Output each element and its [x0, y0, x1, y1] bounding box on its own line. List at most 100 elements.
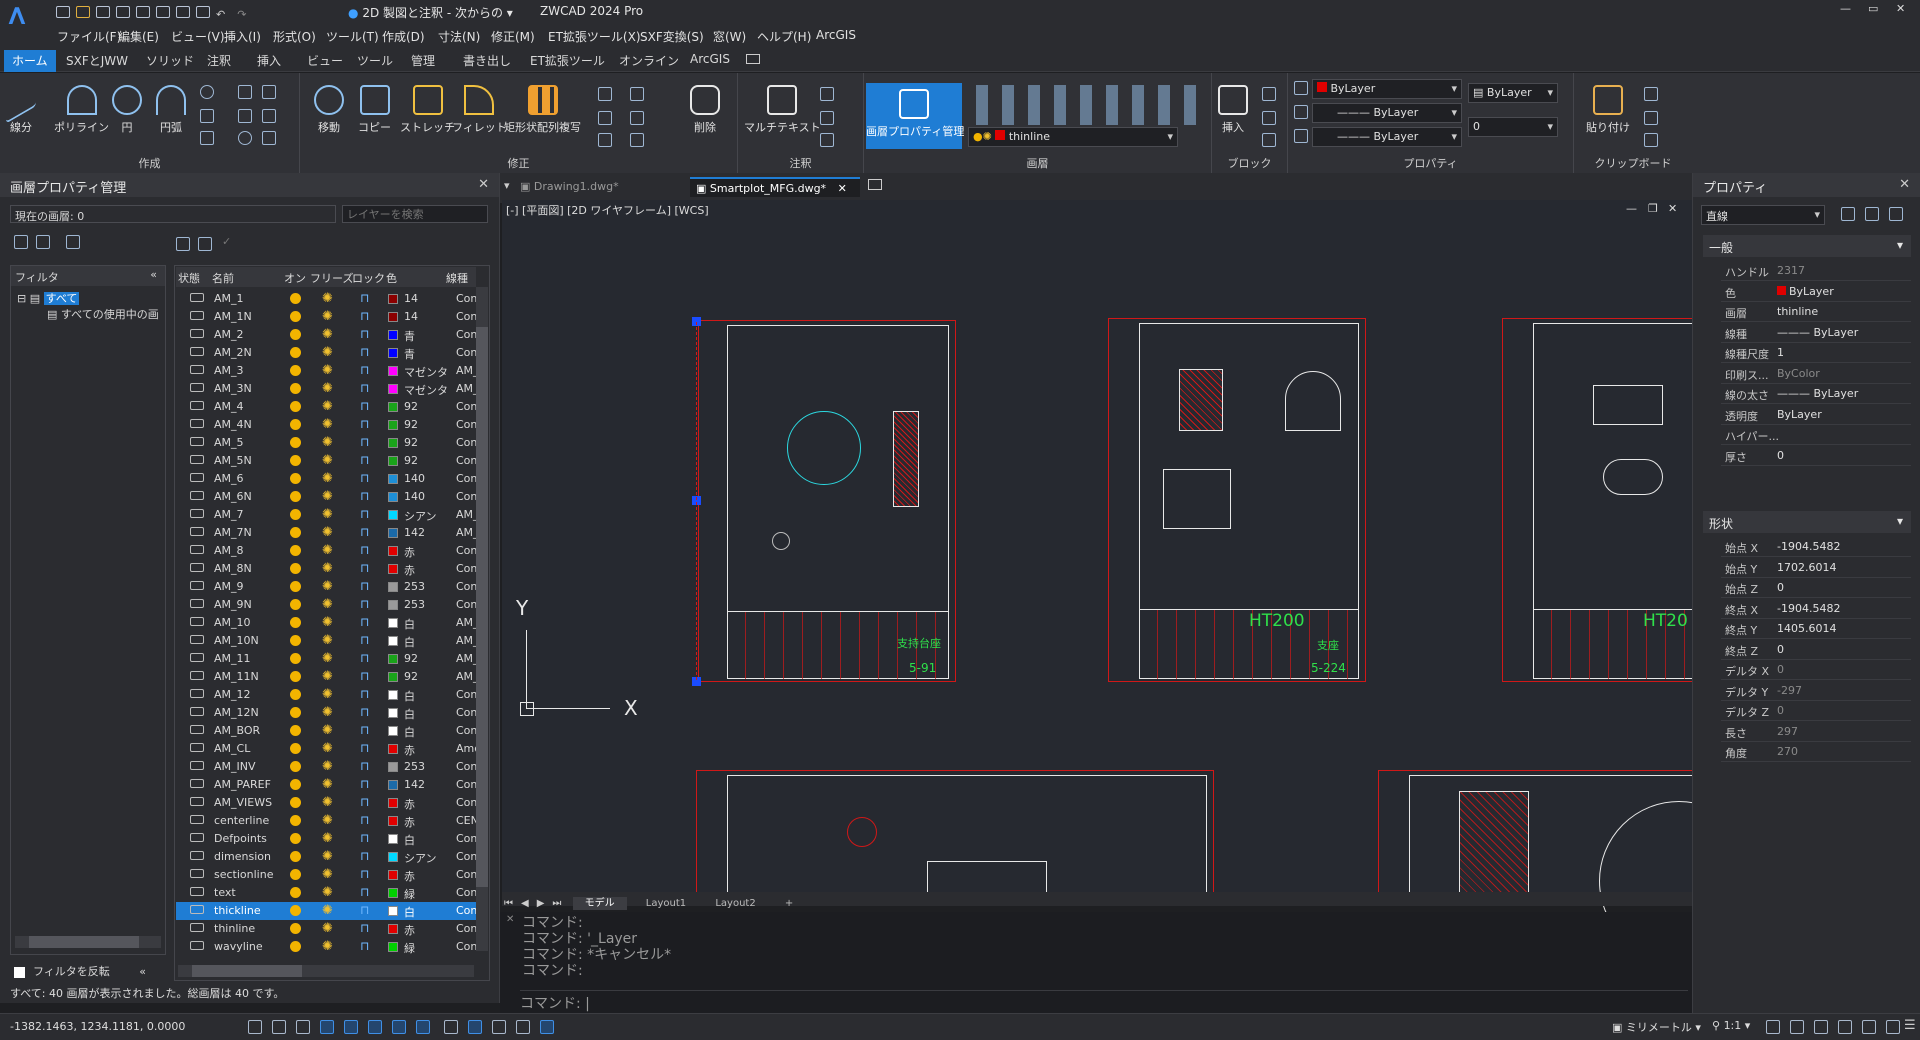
- insert-block-button[interactable]: 挿入: [1218, 85, 1248, 135]
- layer-linetype[interactable]: Con: [456, 832, 477, 845]
- layer-unlock-icon[interactable]: ⊓: [360, 903, 369, 917]
- layer-thaw-sun-icon[interactable]: ✺: [322, 327, 333, 342]
- ortho-icon[interactable]: [296, 1020, 310, 1034]
- layer-on-bulb-icon[interactable]: [290, 581, 301, 592]
- property-row[interactable]: 線種尺度 1: [1721, 343, 1911, 363]
- layer-unlock-icon[interactable]: ⊓: [360, 453, 369, 467]
- layer-color-swatch[interactable]: [388, 762, 398, 772]
- layer-row[interactable]: AM_5N ✺ ⊓ 92 Con: [176, 452, 488, 470]
- layer-thaw-sun-icon[interactable]: ✺: [322, 597, 333, 612]
- new-file-icon[interactable]: [56, 6, 70, 18]
- layer-row[interactable]: AM_INV ✺ ⊓ 253 Con: [176, 758, 488, 776]
- osnap-icon[interactable]: [344, 1020, 358, 1034]
- layer-thaw-sun-icon[interactable]: ✺: [322, 651, 333, 666]
- tab-menu-icon[interactable]: ▾: [504, 179, 510, 192]
- layer-row[interactable]: AM_2N ✺ ⊓ 青 Con: [176, 344, 488, 362]
- minimize-icon[interactable]: —: [1840, 2, 1851, 15]
- layer-unlock-icon[interactable]: ⊓: [360, 561, 369, 575]
- layer-row[interactable]: thinline ✺ ⊓ 赤 Con: [176, 920, 488, 938]
- drawing-sheet-2[interactable]: HT200 支座 5-224: [1108, 318, 1366, 682]
- layer-unlock-icon[interactable]: ⊓: [360, 471, 369, 485]
- layer-color-swatch[interactable]: [388, 942, 398, 952]
- layer-thaw-sun-icon[interactable]: ✺: [322, 417, 333, 432]
- layer-linetype[interactable]: Con: [456, 418, 477, 431]
- layer-row[interactable]: text ✺ ⊓ 緑 Con: [176, 884, 488, 902]
- layer-unlock-icon[interactable]: ⊓: [360, 741, 369, 755]
- layer-color-swatch[interactable]: [388, 852, 398, 862]
- layer-thaw-sun-icon[interactable]: ✺: [322, 471, 333, 486]
- layer-row[interactable]: wavyline ✺ ⊓ 緑 Con: [176, 938, 488, 956]
- layer-on-bulb-icon[interactable]: [290, 563, 301, 574]
- layer-linetype[interactable]: Con: [456, 328, 477, 341]
- cut-icon[interactable]: [1644, 87, 1658, 101]
- polar-icon[interactable]: [320, 1020, 334, 1034]
- layer-on-bulb-icon[interactable]: [290, 599, 301, 610]
- layer-color-swatch[interactable]: [388, 834, 398, 844]
- filter-used-item[interactable]: ▤ すべての使用中の画: [47, 306, 165, 322]
- layer-color-swatch[interactable]: [388, 906, 398, 916]
- layer-on-bulb-icon[interactable]: [290, 635, 301, 646]
- quick-props-icon[interactable]: [492, 1020, 506, 1034]
- layer-linetype[interactable]: Con: [456, 598, 477, 611]
- lock-ui-icon[interactable]: [1814, 1020, 1828, 1034]
- layer-thaw-sun-icon[interactable]: ✺: [322, 381, 333, 396]
- layer-unlock-icon[interactable]: ⊓: [360, 651, 369, 665]
- layer-unlock-icon[interactable]: ⊓: [360, 831, 369, 845]
- layer-on-bulb-icon[interactable]: [290, 923, 301, 934]
- rectangle-icon[interactable]: [262, 85, 276, 99]
- delete-layer-icon[interactable]: [198, 237, 212, 251]
- layer-unlock-icon[interactable]: ⊓: [360, 813, 369, 827]
- paste-button[interactable]: 貼り付け: [1586, 85, 1630, 135]
- layer-on-bulb-icon[interactable]: [290, 293, 301, 304]
- layer-thaw-sun-icon[interactable]: ✺: [322, 489, 333, 504]
- units-selector[interactable]: ▣ ミリメートル ▾: [1612, 1019, 1701, 1035]
- menu-tools[interactable]: ツール(T): [326, 28, 379, 45]
- property-row[interactable]: 線の太さ ——— ByLayer: [1721, 384, 1911, 404]
- menu-modify[interactable]: 修正(M): [491, 28, 535, 45]
- property-row[interactable]: 画層 thinline: [1721, 302, 1911, 322]
- tab-solid[interactable]: ソリッド: [146, 52, 194, 69]
- dimension-icon[interactable]: [820, 87, 834, 101]
- layer-row[interactable]: AM_10N ✺ ⊓ 白 AM_: [176, 632, 488, 650]
- otrack-icon[interactable]: [368, 1020, 382, 1034]
- tab-manage[interactable]: 管理: [411, 52, 435, 69]
- close-icon[interactable]: ✕: [1896, 2, 1905, 15]
- drawing-sheet-3[interactable]: HT20: [1502, 318, 1693, 682]
- menu-draw[interactable]: 作成(D): [382, 28, 425, 45]
- layer-linetype[interactable]: Con: [456, 796, 477, 809]
- layer-unlock-icon[interactable]: ⊓: [360, 507, 369, 521]
- layer-on-bulb-icon[interactable]: [290, 401, 301, 412]
- menu-dimension[interactable]: 寸法(N): [438, 28, 480, 45]
- property-row[interactable]: ハイパー...: [1721, 425, 1911, 445]
- layer-unlock-icon[interactable]: ⊓: [360, 345, 369, 359]
- layer-unlock-icon[interactable]: ⊓: [360, 705, 369, 719]
- col-on[interactable]: オン: [284, 270, 306, 286]
- layer-thaw-sun-icon[interactable]: ✺: [322, 795, 333, 810]
- layer-color-swatch[interactable]: [388, 510, 398, 520]
- spline-icon[interactable]: [238, 85, 252, 99]
- leader-icon[interactable]: [820, 111, 834, 125]
- layer-thaw-sun-icon[interactable]: ✺: [322, 849, 333, 864]
- layer-unlock-icon[interactable]: ⊓: [360, 939, 369, 953]
- object-type-select[interactable]: 直線: [1701, 205, 1825, 225]
- copy-clip-icon[interactable]: [1644, 111, 1658, 125]
- layer-unlock-icon[interactable]: ⊓: [360, 849, 369, 863]
- scale-icon[interactable]: [630, 111, 644, 125]
- layer-on-bulb-icon[interactable]: [290, 491, 301, 502]
- layer-unlock-icon[interactable]: ⊓: [360, 597, 369, 611]
- donut-icon[interactable]: [238, 131, 252, 145]
- properties-close-icon[interactable]: ✕: [1899, 177, 1910, 192]
- property-row[interactable]: 厚さ 0: [1721, 446, 1911, 466]
- tab-sxf-jww[interactable]: SXFとJWW: [66, 52, 128, 69]
- layout-scroll-prev-icon[interactable]: ◀: [521, 898, 529, 909]
- property-row[interactable]: 終点 Z 0: [1721, 640, 1911, 660]
- clean-screen-icon[interactable]: [1886, 1020, 1900, 1034]
- isolate-icon[interactable]: [1862, 1020, 1876, 1034]
- filter-tree-scrollbar[interactable]: [15, 936, 161, 948]
- open-recent-icon[interactable]: [96, 6, 110, 18]
- layer-row[interactable]: AM_7 ✺ ⊓ シアン AM_: [176, 506, 488, 524]
- property-row[interactable]: デルタ Y -297: [1721, 681, 1911, 701]
- ducs-icon[interactable]: [392, 1020, 406, 1034]
- ellipse-icon[interactable]: [200, 85, 214, 99]
- layer-unlock-icon[interactable]: ⊓: [360, 723, 369, 737]
